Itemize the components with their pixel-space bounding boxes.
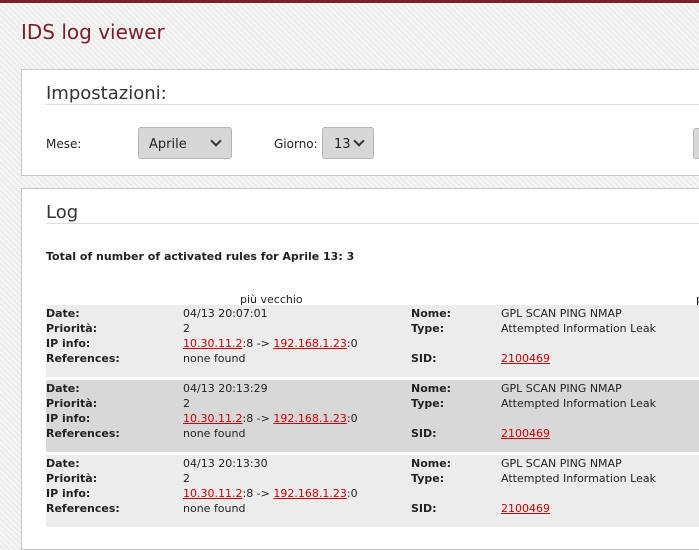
- ipinfo-label: IP info:: [46, 487, 91, 500]
- log-entry: Date: 04/13 20:07:01 Nome: GPL SCAN PING…: [46, 305, 699, 377]
- ipinfo-label: IP info:: [46, 337, 91, 350]
- references-value: none found: [183, 502, 246, 515]
- date-label: Date:: [46, 382, 80, 395]
- type-value: Attempted Information Leak: [501, 322, 656, 335]
- top-accent-bar: [0, 0, 699, 3]
- ipinfo-value: 10.30.11.2:8 -> 192.168.1.23:0: [183, 411, 358, 426]
- destination-port: :0: [346, 412, 358, 425]
- extra-control[interactable]: [693, 128, 699, 159]
- log-entry: Date: 04/13 20:13:29 Nome: GPL SCAN PING…: [46, 380, 699, 452]
- date-value: 04/13 20:13:29: [183, 382, 268, 395]
- day-select[interactable]: 13: [322, 127, 374, 159]
- type-value: Attempted Information Leak: [501, 397, 656, 410]
- type-label: Type:: [411, 322, 445, 335]
- date-label: Date:: [46, 457, 80, 470]
- date-label: Date:: [46, 307, 80, 320]
- log-panel: Log Total of number of activated rules f…: [21, 188, 699, 550]
- references-label: References:: [46, 427, 120, 440]
- priority-value: 2: [183, 472, 190, 485]
- priority-label: Priorità:: [46, 472, 98, 485]
- ipinfo-value: 10.30.11.2:8 -> 192.168.1.23:0: [183, 336, 358, 351]
- name-value: GPL SCAN PING NMAP: [501, 307, 622, 320]
- day-label: Giorno:: [274, 137, 318, 151]
- source-ip-link[interactable]: 10.30.11.2: [183, 337, 242, 350]
- source-ip-link[interactable]: 10.30.11.2: [183, 412, 242, 425]
- source-ip-link[interactable]: 10.30.11.2: [183, 487, 242, 500]
- references-value: none found: [183, 427, 246, 440]
- sid-link[interactable]: 2100469: [501, 501, 550, 516]
- references-label: References:: [46, 502, 120, 515]
- type-label: Type:: [411, 472, 445, 485]
- app-title: IDS log viewer: [21, 20, 165, 44]
- log-divider: [46, 223, 699, 224]
- name-label: Nome:: [411, 382, 452, 395]
- log-title: Log: [46, 202, 79, 223]
- ipinfo-label: IP info:: [46, 412, 91, 425]
- ipinfo-value: 10.30.11.2:8 -> 192.168.1.23:0: [183, 486, 358, 501]
- destination-ip-link[interactable]: 192.168.1.23: [273, 337, 346, 350]
- sid-link[interactable]: 2100469: [501, 426, 550, 441]
- source-port: :8 ->: [242, 337, 274, 350]
- references-label: References:: [46, 352, 120, 365]
- month-select[interactable]: Aprile: [138, 127, 232, 159]
- destination-port: :0: [346, 487, 358, 500]
- priority-label: Priorità:: [46, 322, 98, 335]
- name-value: GPL SCAN PING NMAP: [501, 382, 622, 395]
- priority-value: 2: [183, 322, 190, 335]
- total-rules-text: Total of number of activated rules for A…: [46, 250, 355, 263]
- settings-divider: [46, 104, 699, 105]
- destination-port: :0: [346, 337, 358, 350]
- date-value: 04/13 20:13:30: [183, 457, 268, 470]
- sid-link[interactable]: 2100469: [501, 351, 550, 366]
- name-label: Nome:: [411, 307, 452, 320]
- settings-title: Impostazioni:: [46, 83, 167, 104]
- source-port: :8 ->: [242, 412, 274, 425]
- priority-label: Priorità:: [46, 397, 98, 410]
- type-value: Attempted Information Leak: [501, 472, 656, 485]
- sid-label: SID:: [411, 502, 437, 515]
- log-entry: Date: 04/13 20:13:30 Nome: GPL SCAN PING…: [46, 455, 699, 527]
- priority-value: 2: [183, 397, 190, 410]
- chevron-down-icon: [353, 135, 365, 147]
- settings-panel: Impostazioni: Mese: Aprile Giorno: 13: [21, 69, 699, 176]
- destination-ip-link[interactable]: 192.168.1.23: [273, 412, 346, 425]
- references-value: none found: [183, 352, 246, 365]
- destination-ip-link[interactable]: 192.168.1.23: [273, 487, 346, 500]
- type-label: Type:: [411, 397, 445, 410]
- month-select-value: Aprile: [149, 137, 187, 152]
- chevron-down-icon: [210, 135, 222, 147]
- date-value: 04/13 20:07:01: [183, 307, 268, 320]
- name-value: GPL SCAN PING NMAP: [501, 457, 622, 470]
- day-select-value: 13: [334, 137, 351, 152]
- sid-label: SID:: [411, 352, 437, 365]
- sid-label: SID:: [411, 427, 437, 440]
- name-label: Nome:: [411, 457, 452, 470]
- month-label: Mese:: [46, 137, 82, 151]
- source-port: :8 ->: [242, 487, 274, 500]
